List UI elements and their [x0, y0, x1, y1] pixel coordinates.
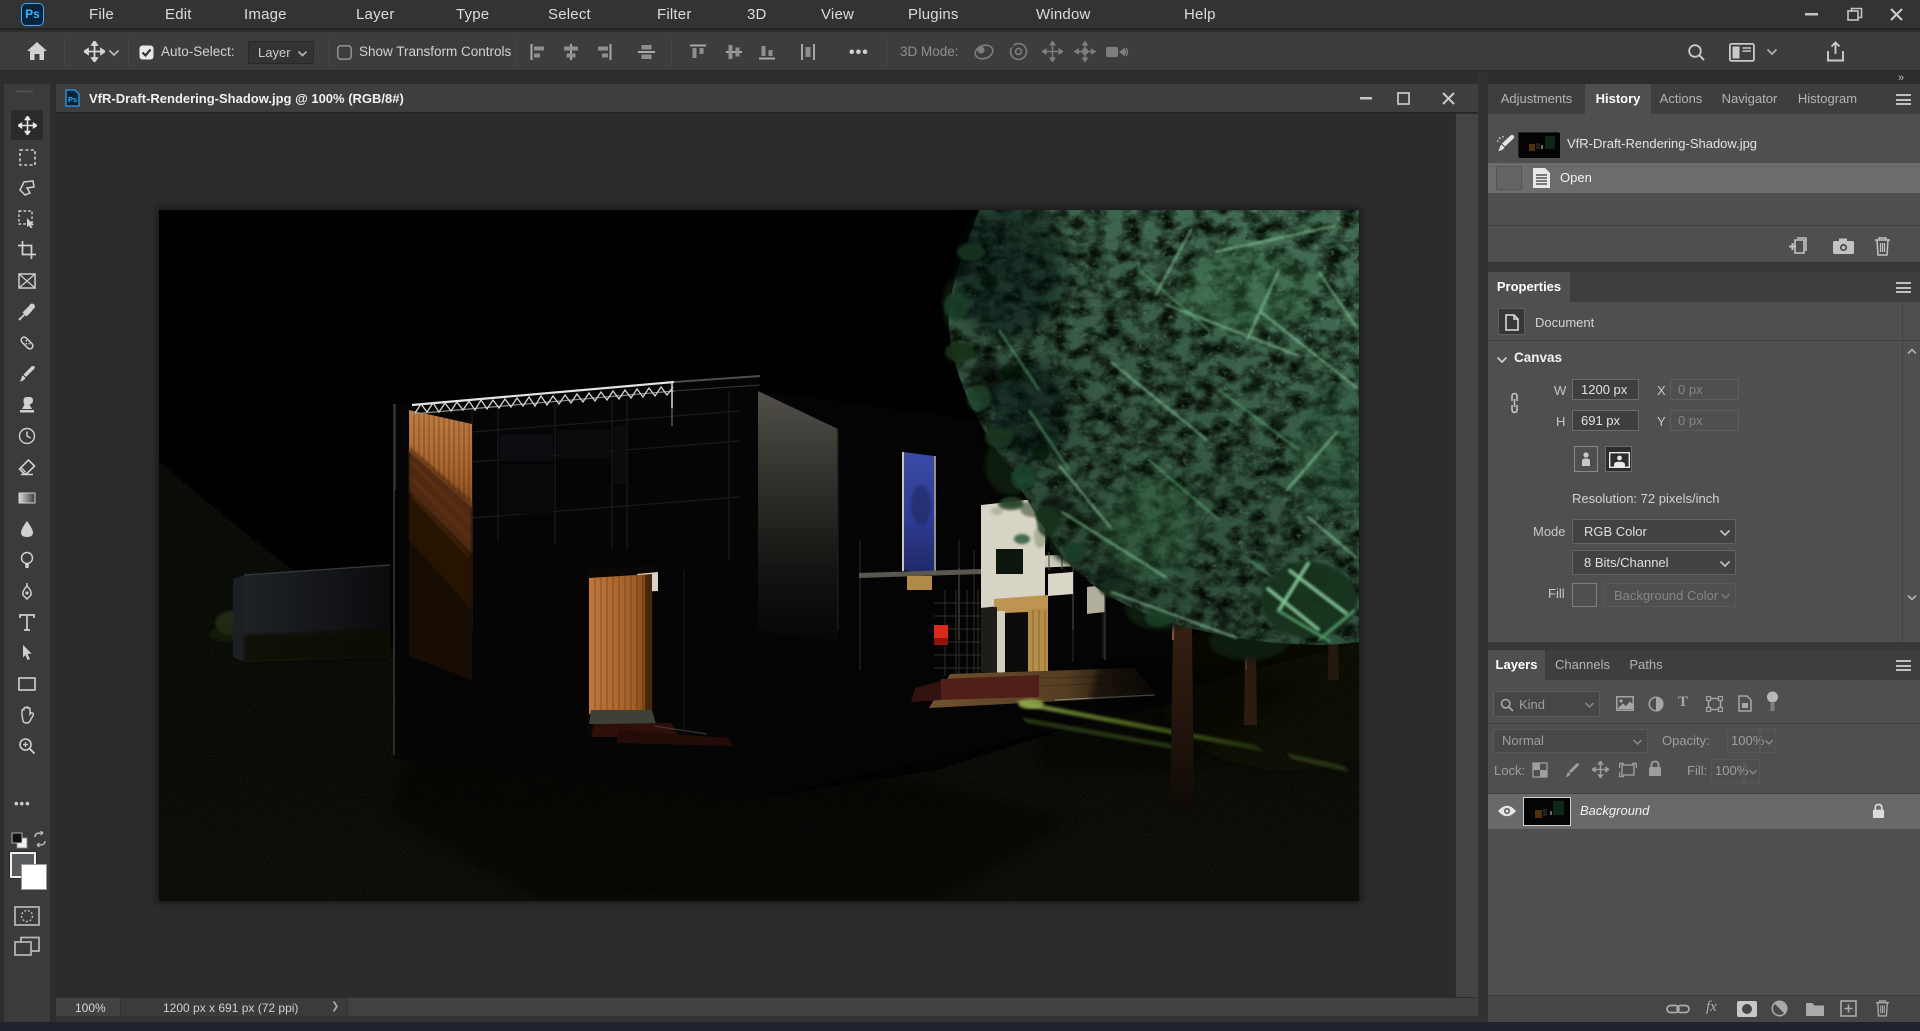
svg-text:Ps: Ps [68, 95, 77, 104]
